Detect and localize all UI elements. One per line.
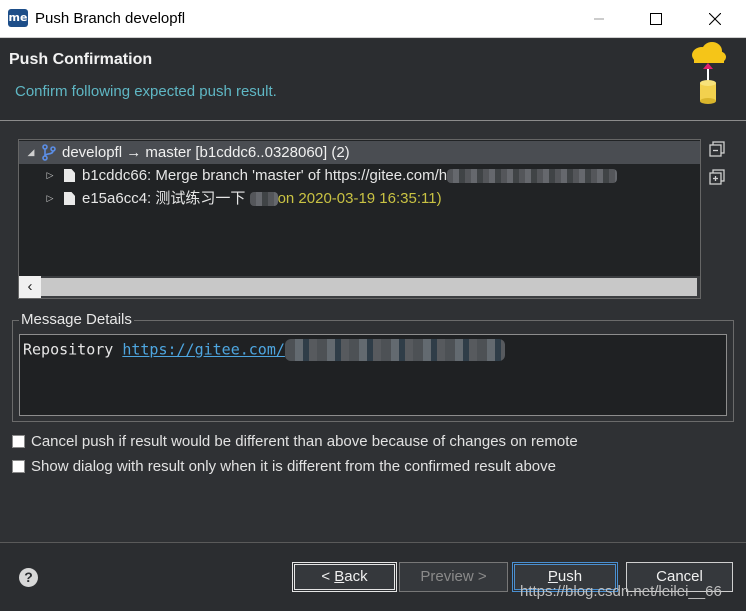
- repository-link[interactable]: https://gitee.com/: [122, 341, 285, 359]
- back-button[interactable]: < Back: [292, 562, 397, 592]
- show-dialog-label: Show dialog with result only when it is …: [31, 457, 556, 475]
- expand-arrow-icon[interactable]: ▷: [44, 164, 56, 187]
- commit-label: b1cddc66: Merge branch 'master' of https…: [82, 164, 618, 187]
- commit-file-icon: [64, 169, 75, 182]
- preview-button[interactable]: Preview >: [399, 562, 508, 592]
- horizontal-scrollbar[interactable]: ‹: [19, 276, 700, 298]
- app-icon: me: [8, 9, 28, 27]
- show-dialog-checkbox[interactable]: [12, 459, 25, 473]
- help-icon[interactable]: ?: [19, 568, 38, 587]
- blurred-text: [447, 169, 618, 184]
- collapse-all-icon[interactable]: [708, 140, 726, 158]
- message-prefix: Repository: [23, 340, 123, 359]
- branch-icon: [42, 144, 56, 161]
- scrollbar-thumb[interactable]: [41, 278, 697, 296]
- window-title: Push Branch developfl: [35, 10, 186, 27]
- scroll-left-icon[interactable]: ‹: [19, 276, 41, 298]
- push-result-tree[interactable]: ◢ developfl → master [b1cddc6..0328060] …: [18, 139, 701, 299]
- blurred-text: [284, 339, 505, 361]
- show-dialog-option[interactable]: Show dialog with result only when it is …: [12, 456, 556, 476]
- close-icon: [709, 13, 721, 25]
- branch-ref-label: developfl → master [b1cddc6..0328060] (2…: [62, 144, 350, 161]
- title-bar: me Push Branch developfl: [0, 0, 746, 38]
- cancel-push-checkbox[interactable]: [12, 434, 25, 448]
- cancel-push-label: Cancel push if result would be different…: [31, 432, 578, 450]
- minimize-button[interactable]: [576, 0, 622, 38]
- message-details-legend: Message Details: [19, 311, 134, 328]
- cancel-push-option[interactable]: Cancel push if result would be different…: [12, 431, 578, 451]
- close-button[interactable]: [692, 0, 738, 38]
- commit-file-icon: [64, 192, 75, 205]
- maximize-icon: [650, 13, 662, 25]
- wizard-header: Push Confirmation Confirm following expe…: [0, 39, 746, 121]
- minimize-icon: [594, 18, 604, 20]
- expand-all-icon[interactable]: [708, 168, 726, 186]
- commit-label: e15a6cc4: 测试练习一下 on 2020-03-19 16:35:11): [82, 190, 442, 207]
- blurred-text: [249, 192, 278, 207]
- tree-row-commit[interactable]: ▷ b1cddc66: Merge branch 'master' of htt…: [19, 164, 700, 187]
- tree-row-branch[interactable]: ◢ developfl → master [b1cddc6..0328060] …: [19, 141, 700, 164]
- expand-arrow-icon[interactable]: ▷: [44, 187, 56, 210]
- message-details-text[interactable]: Repository https://gitee.com/: [19, 334, 727, 416]
- page-subtitle: Confirm following expected push result.: [15, 83, 277, 100]
- watermark: https://blog.csdn.net/leilei__66: [520, 583, 722, 600]
- collapse-arrow-icon[interactable]: ◢: [25, 141, 37, 164]
- tree-row-commit[interactable]: ▷ e15a6cc4: 测试练习一下 on 2020-03-19 16:35:1…: [19, 187, 700, 210]
- page-title: Push Confirmation: [9, 51, 153, 68]
- tree-toolbar: [708, 140, 730, 196]
- maximize-button[interactable]: [633, 0, 679, 38]
- push-to-cloud-icon: [692, 42, 726, 104]
